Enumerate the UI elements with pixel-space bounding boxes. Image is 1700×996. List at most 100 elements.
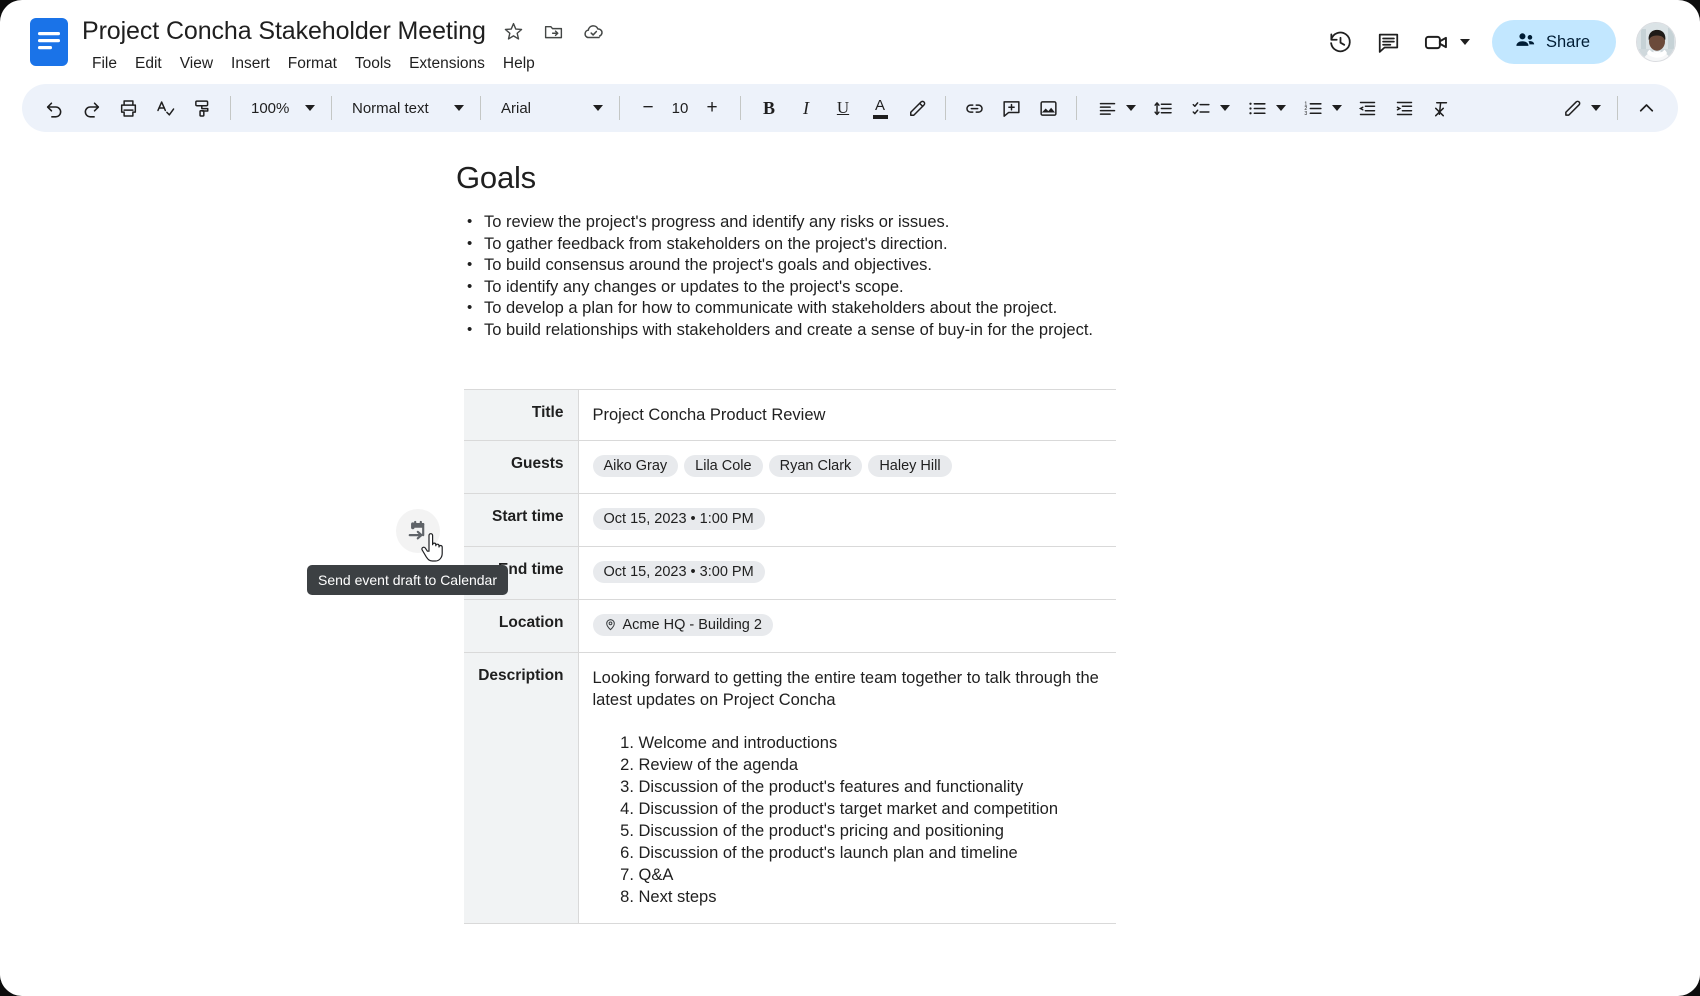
title-row: Project Concha Stakeholder Meeting — [82, 14, 1320, 48]
clear-formatting-icon[interactable] — [1423, 90, 1459, 126]
document-page: Goals To review the project's progress a… — [0, 132, 1700, 924]
version-history-icon[interactable] — [1320, 21, 1362, 63]
user-avatar[interactable] — [1636, 22, 1676, 62]
toolbar-divider — [740, 96, 741, 120]
share-label: Share — [1545, 32, 1590, 51]
row-value-description[interactable]: Looking forward to getting the entire te… — [578, 651, 1116, 924]
increase-indent-icon[interactable] — [1386, 90, 1422, 126]
undo-icon[interactable] — [36, 90, 72, 126]
print-icon[interactable] — [110, 90, 146, 126]
list-item: Q&A — [639, 865, 1103, 887]
end-time-chip[interactable]: Oct 15, 2023 • 3:00 PM — [592, 560, 765, 583]
menu-view[interactable]: View — [171, 53, 222, 75]
decrease-indent-icon[interactable] — [1349, 90, 1385, 126]
move-to-folder-icon[interactable] — [542, 19, 566, 43]
guest-chip[interactable]: Haley Hill — [868, 454, 952, 477]
guest-chip[interactable]: Ryan Clark — [768, 454, 863, 477]
text-color-icon: A — [874, 96, 885, 114]
event-draft-table: Title Project Concha Product Review Gues… — [464, 388, 1116, 924]
add-comment-icon[interactable] — [993, 90, 1029, 126]
font-family-select[interactable]: Arial — [491, 90, 609, 126]
send-event-draft-to-calendar-button[interactable] — [396, 509, 440, 553]
menu-edit[interactable]: Edit — [126, 53, 171, 75]
header-actions: Share — [1320, 10, 1676, 64]
list-item: Next steps — [639, 887, 1103, 909]
text-color-button[interactable]: A — [862, 90, 898, 126]
row-value-location[interactable]: Acme HQ - Building 2 — [578, 598, 1116, 653]
document-title[interactable]: Project Concha Stakeholder Meeting — [82, 17, 486, 46]
editing-mode-select[interactable] — [1552, 90, 1607, 126]
menu-file[interactable]: File — [83, 53, 126, 75]
star-icon[interactable] — [502, 19, 526, 43]
row-label-title: Title — [464, 388, 579, 441]
align-select[interactable] — [1087, 90, 1142, 126]
row-value-end-time[interactable]: Oct 15, 2023 • 3:00 PM — [578, 545, 1116, 600]
decrease-font-size-button[interactable]: − — [630, 90, 666, 126]
list-item: Discussion of the product's launch plan … — [639, 843, 1103, 865]
cloud-saved-icon[interactable] — [582, 19, 606, 43]
menu-format[interactable]: Format — [279, 53, 346, 75]
font-size-input[interactable]: 10 — [667, 90, 693, 126]
list-item: To review the project's progress and ide… — [464, 211, 1116, 233]
share-people-icon — [1514, 29, 1536, 56]
chevron-down-icon — [1220, 105, 1230, 111]
share-button[interactable]: Share — [1491, 20, 1616, 64]
menu-help[interactable]: Help — [494, 53, 544, 75]
row-value-guests[interactable]: Aiko Gray Lila Cole Ryan Clark Haley Hill — [578, 439, 1116, 494]
spell-check-icon[interactable] — [147, 90, 183, 126]
insert-link-icon[interactable] — [956, 90, 992, 126]
numbered-list-select[interactable]: 1 2 3 — [1293, 90, 1348, 126]
toolbar-divider — [1617, 96, 1618, 120]
table-row: Guests Aiko Gray Lila Cole Ryan Clark Haley… — [464, 439, 1116, 494]
insert-image-icon[interactable] — [1030, 90, 1066, 126]
location-chip[interactable]: Acme HQ - Building 2 — [592, 613, 773, 636]
page-title: Goals — [456, 160, 536, 195]
list-item: To gather feedback from stakeholders on … — [464, 233, 1116, 255]
description-paragraph: Looking forward to getting the entire te… — [592, 668, 1099, 709]
toolbar-divider — [945, 96, 946, 120]
meet-camera-icon[interactable] — [1416, 21, 1458, 63]
line-spacing-select[interactable] — [1143, 90, 1180, 126]
event-title-value: Project Concha Product Review — [592, 405, 826, 424]
increase-font-size-button[interactable]: + — [694, 90, 730, 126]
bold-button[interactable]: B — [751, 90, 787, 126]
table-row: Location Acme HQ - Building 2 — [464, 598, 1116, 653]
row-value-title[interactable]: Project Concha Product Review — [578, 388, 1116, 441]
paragraph-style-value: Normal text — [352, 99, 429, 117]
redo-icon[interactable] — [73, 90, 109, 126]
underline-button[interactable]: U — [825, 90, 861, 126]
hide-menus-icon[interactable] — [1628, 90, 1664, 126]
document-content: Goals To review the project's progress a… — [456, 160, 1116, 924]
text-color-swatch — [872, 114, 888, 119]
zoom-select[interactable]: 100% — [241, 90, 321, 126]
title-and-menus: Project Concha Stakeholder Meeting File … — [82, 10, 1320, 75]
bulleted-list-select[interactable] — [1237, 90, 1292, 126]
row-value-start-time[interactable]: Oct 15, 2023 • 1:00 PM — [578, 492, 1116, 547]
guest-chip[interactable]: Aiko Gray — [592, 454, 679, 477]
guest-chip[interactable]: Lila Cole — [684, 454, 763, 477]
menu-tools[interactable]: Tools — [346, 53, 400, 75]
document-canvas[interactable]: Goals To review the project's progress a… — [0, 132, 1700, 988]
start-time-chip[interactable]: Oct 15, 2023 • 1:00 PM — [592, 507, 765, 530]
agenda-numbered-list: Welcome and introductions Review of the … — [621, 733, 1103, 909]
comment-history-icon[interactable] — [1368, 21, 1410, 63]
chevron-down-icon[interactable] — [1459, 39, 1470, 45]
underline-icon: U — [836, 98, 850, 117]
paint-format-icon[interactable] — [184, 90, 220, 126]
italic-button[interactable]: I — [788, 90, 824, 126]
checklist-select[interactable] — [1181, 90, 1236, 126]
list-item: Discussion of the product's pricing and … — [639, 821, 1103, 843]
chevron-down-icon — [593, 105, 603, 111]
menu-extensions[interactable]: Extensions — [400, 53, 494, 75]
chevron-down-icon — [1126, 105, 1136, 111]
docs-logo-icon[interactable] — [30, 18, 68, 66]
italic-icon: I — [803, 97, 809, 118]
google-docs-window: Project Concha Stakeholder Meeting File … — [0, 0, 1700, 996]
menu-insert[interactable]: Insert — [222, 53, 279, 75]
table-row: End time Oct 15, 2023 • 3:00 PM — [464, 545, 1116, 600]
highlight-color-button[interactable] — [899, 90, 935, 126]
paragraph-style-select[interactable]: Normal text — [342, 90, 470, 126]
toolbar-divider — [331, 96, 332, 120]
toolbar-divider — [230, 96, 231, 120]
meet-call-control[interactable] — [1416, 21, 1476, 63]
